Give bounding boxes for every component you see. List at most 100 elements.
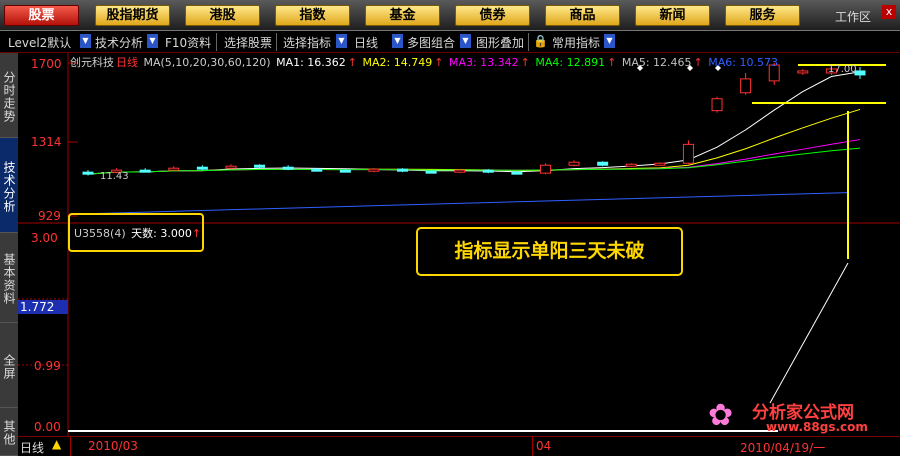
candle-down [139,169,151,173]
toolbar-f10-data[interactable]: F10资料 [165,34,211,51]
toolbar-technical-analysis[interactable]: 技术分析 [95,34,143,51]
chart-area[interactable]: 1700 1314 929 1.772 3.00 0.99 0.00 U3558… [18,53,900,436]
candle-up [568,161,580,166]
low-price-label: 11.43 [100,171,129,182]
workspace-menu[interactable]: 工作区 [835,8,871,25]
nav-button-stocks[interactable]: 股票 [4,5,79,26]
up-arrow-icon: ↑ [191,227,202,240]
divider [532,437,533,456]
candle-down [82,171,94,175]
nav-button-commodities[interactable]: 商品 [545,5,620,26]
indicator-value: 3.000 [160,227,192,240]
candle-up [711,98,723,112]
lock-icon[interactable]: 🔒 [533,34,548,48]
candle-up [654,162,666,166]
indicator-axis-mid: 0.99 [34,359,61,373]
candle-down [482,169,494,173]
dropdown-arrow-icon[interactable]: ▼ [460,34,471,48]
tab-technical-analysis[interactable]: 技术分析 [0,138,18,233]
dropdown-arrow-icon[interactable]: ▼ [392,34,403,48]
up-arrow-icon: ↑ [520,56,530,69]
nav-button-index[interactable]: 指数 [275,5,350,26]
nav-button-hk-stocks[interactable]: 港股 [185,5,260,26]
bottom-bar: 日线 ▲ 2010/03 04 2010/04/19/一 [18,436,900,456]
toolbar-separator [216,33,217,51]
ma2-value: MA2: 14.749 [362,56,433,69]
price-axis-mid: 1314 [31,135,62,149]
dropdown-arrow-icon[interactable]: ▼ [336,34,347,48]
nav-button-news[interactable]: 新闻 [635,5,710,26]
divider [70,437,71,456]
pointer-arrow-line [769,262,849,404]
up-arrow-icon: ↑ [693,56,703,69]
indicator-name: U3558(4) [74,227,126,240]
ma6-value: MA6: 10.573 [708,56,778,69]
candle-up [539,164,551,174]
toolbar-common-indicators[interactable]: 常用指标 [552,34,600,51]
candle-up [368,168,380,172]
ma6-line [82,192,849,215]
candle-down [511,171,523,175]
nav-button-bonds[interactable]: 债券 [455,5,530,26]
nav-button-index-futures[interactable]: 股指期货 [95,5,170,26]
up-arrow-icon: ↑ [347,56,358,69]
tab-intraday[interactable]: 分时走势 [0,53,18,138]
candle-down [254,164,266,168]
candle-down [597,161,609,166]
up-arrow-icon: ↑ [607,56,617,69]
ma-line [87,147,861,175]
toolbar-daily[interactable]: 日线 [354,34,378,51]
toolbar-separator [528,33,529,51]
nav-button-services[interactable]: 服务 [725,5,800,26]
toolbar-select-indicator[interactable]: 选择指标 [283,34,331,51]
toolbar: Level2默认 ▼ 技术分析 ▼ F10资料 选择股票 选择指标 ▼ 日线 ▼… [0,31,900,53]
candle-up [682,143,694,164]
price-axis-bottom: 929 [38,209,61,223]
stock-name: 创元科技 [70,56,114,69]
flower-logo-icon: ✿ [708,398,734,433]
dropdown-arrow-icon[interactable]: ▼ [147,34,158,48]
ma1-value: MA1: 16.362 [276,56,346,69]
price-axis-top: 1700 [31,57,62,71]
candle-up [454,169,466,173]
price-marker-label: 1.772 [18,300,68,314]
current-date-label: 2010/04/19/一 [740,441,826,455]
toolbar-overlay[interactable]: 图形叠加 [476,34,524,51]
toolbar-select-stock[interactable]: 选择股票 [224,34,272,51]
up-arrow-icon: ↑ [434,56,444,69]
annotation-box: 指标显示单阳三天未破 [416,227,683,276]
candle-up [168,167,180,171]
top-navigation: 股票 股指期货 港股 指数 基金 债券 商品 新闻 服务 工作区 x [0,0,900,31]
high-price-label: 17.00 [828,64,857,75]
ma-params: MA(5,10,20,30,60,120) [143,56,271,69]
chart-header: 创元科技 日线 MA(5,10,20,30,60,120) MA1: 16.362… [70,54,780,70]
nav-button-funds[interactable]: 基金 [365,5,440,26]
date-label-april: 04 [536,439,552,453]
ma3-value: MA3: 13.342 [448,56,519,69]
bottom-period[interactable]: 日线 [20,439,44,456]
side-tabs: 分时走势 技术分析 基本资料 全屏 其他 [0,53,18,456]
tab-fullscreen[interactable]: 全屏 [0,323,18,408]
candle-up [797,70,809,74]
watermark-url: www.88gs.com [766,420,868,434]
toolbar-separator [276,33,277,51]
date-label-march: 2010/03 [88,439,138,453]
toolbar-multi-chart[interactable]: 多图组合 [407,34,455,51]
ma-line [87,108,861,175]
candle-down [282,166,294,170]
ma4-value: MA4: 12.891 [535,56,606,69]
candle-down [196,166,208,170]
dropdown-arrow-icon[interactable]: ▼ [80,34,91,48]
tab-other[interactable]: 其他 [0,408,18,456]
candle-up [625,163,637,167]
tab-basic-info[interactable]: 基本资料 [0,233,18,323]
candle-up [740,78,752,94]
indicator-axis-bottom: 0.00 [34,420,61,434]
close-icon[interactable]: x [882,5,896,19]
dropdown-arrow-icon[interactable]: ▼ [604,34,615,48]
candle-down [339,169,351,173]
toolbar-level2-default[interactable]: Level2默认 [8,34,71,51]
candle-down [311,168,323,172]
watermark: ✿ 分析家公式网 www.88gs.com [708,396,898,436]
triangle-icon[interactable]: ▲ [52,437,61,451]
